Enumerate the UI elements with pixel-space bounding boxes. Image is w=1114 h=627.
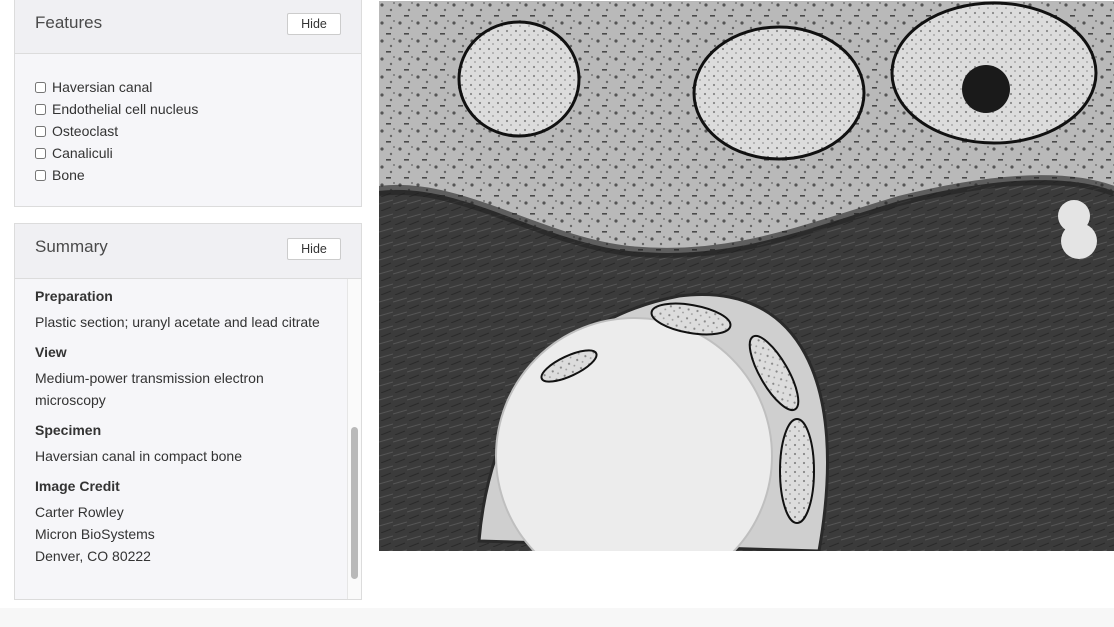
summary-value: Carter Rowley [35, 504, 124, 520]
feature-item-bone[interactable]: Bone [35, 164, 361, 186]
nucleolus-shape [962, 65, 1010, 113]
nucleus-shape [692, 25, 866, 161]
feature-checkbox[interactable] [35, 147, 46, 159]
feature-item-haversian-canal[interactable]: Haversian canal [35, 76, 361, 98]
summary-header: Summary Hide [15, 224, 361, 279]
summary-value: Micron BioSystems [35, 526, 155, 542]
summary-value: Denver, CO 80222 [35, 548, 151, 564]
micrograph-image [379, 1, 1114, 551]
summary-title: Summary [35, 237, 108, 256]
feature-checkbox[interactable] [35, 169, 46, 181]
summary-panel: Summary Hide Preparation Plastic section… [14, 223, 362, 600]
feature-label[interactable]: Osteoclast [52, 123, 118, 139]
feature-item-osteoclast[interactable]: Osteoclast [35, 120, 361, 142]
feature-label[interactable]: Bone [52, 167, 85, 183]
summary-section-view: View Medium-power transmission electron … [35, 342, 347, 411]
summary-scrollbar[interactable] [347, 279, 361, 599]
summary-value: Plastic section; uranyl acetate and lead… [35, 314, 320, 330]
summary-section-specimen: Specimen Haversian canal in compact bone [35, 420, 347, 467]
micrograph-svg [379, 1, 1114, 551]
summary-body: Preparation Plastic section; uranyl acet… [15, 279, 347, 599]
features-panel: Features Hide Haversian canal Endothelia… [14, 0, 362, 207]
features-list: Haversian canal Endothelial cell nucleus… [15, 54, 361, 186]
summary-label: View [35, 344, 67, 360]
feature-checkbox[interactable] [35, 125, 46, 137]
feature-label[interactable]: Endothelial cell nucleus [52, 101, 198, 117]
features-hide-button[interactable]: Hide [287, 13, 341, 35]
summary-scrollbar-thumb[interactable] [351, 427, 358, 579]
features-title: Features [35, 13, 103, 32]
footer-strip [0, 608, 1114, 627]
summary-value: Haversian canal in compact bone [35, 448, 243, 464]
feature-item-canaliculi[interactable]: Canaliculi [35, 142, 361, 164]
summary-section-preparation: Preparation Plastic section; uranyl acet… [35, 286, 347, 333]
features-header: Features Hide [15, 0, 361, 54]
nucleus-shape [457, 20, 581, 138]
summary-section-image-credit: Image Credit Carter Rowley Micron BioSys… [35, 476, 347, 567]
summary-value: microscopy [35, 392, 106, 408]
summary-label: Preparation [35, 288, 113, 304]
feature-checkbox[interactable] [35, 81, 46, 93]
summary-hide-button[interactable]: Hide [287, 238, 341, 260]
feature-label[interactable]: Canaliculi [52, 145, 113, 161]
feature-checkbox[interactable] [35, 103, 46, 115]
summary-label: Specimen [35, 422, 102, 438]
feature-item-endothelial-cell-nucleus[interactable]: Endothelial cell nucleus [35, 98, 361, 120]
feature-label[interactable]: Haversian canal [52, 79, 152, 95]
summary-value: Medium-power transmission electron [35, 370, 264, 386]
summary-label: Image Credit [35, 478, 120, 494]
